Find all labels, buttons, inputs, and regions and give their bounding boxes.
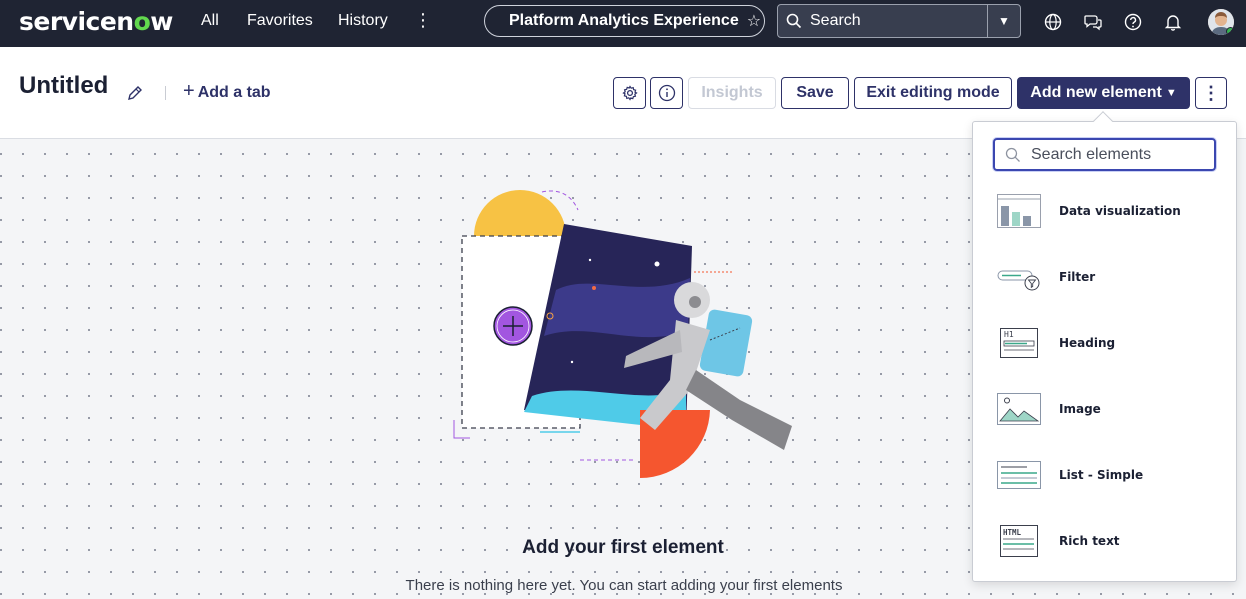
element-item-label: List - Simple — [1059, 468, 1144, 482]
list-icon — [997, 461, 1041, 489]
caret-down-icon: ▼ — [1165, 87, 1177, 99]
add-tab-button[interactable]: + Add a tab — [183, 80, 271, 103]
element-item-filter[interactable]: Filter — [973, 247, 1236, 307]
element-item-list-simple[interactable]: List - Simple — [973, 445, 1236, 505]
edit-title-pencil-icon[interactable] — [126, 84, 144, 102]
element-item-label: Data visualization — [1059, 204, 1181, 218]
app-title-pill[interactable]: Platform Analytics Experience ☆ — [484, 5, 765, 37]
top-navigation-bar: servicenow All Favorites History ⋮ Platf… — [0, 0, 1246, 47]
element-item-heading[interactable]: H1 Heading — [973, 313, 1236, 373]
add-new-element-label: Add new element — [1030, 84, 1162, 101]
element-item-data-visualization[interactable]: Data visualization — [973, 181, 1236, 241]
nav-more-icon[interactable]: ⋮ — [414, 10, 432, 31]
plus-icon: + — [183, 80, 195, 102]
search-icon — [995, 147, 1031, 163]
logo-text-o: o — [133, 7, 151, 36]
element-search-box[interactable] — [993, 138, 1216, 171]
element-item-rich-text[interactable]: HTML Rich text — [973, 511, 1236, 571]
save-button[interactable]: Save — [781, 77, 849, 109]
more-options-kebab-icon[interactable]: ⋮ — [1195, 77, 1227, 109]
search-icon — [778, 13, 810, 29]
user-avatar[interactable] — [1208, 9, 1234, 35]
logo-text-end: w — [150, 7, 173, 36]
rich-text-thumb-text: HTML — [1003, 528, 1022, 537]
rich-text-icon: HTML — [1000, 525, 1038, 557]
gear-icon — [621, 85, 638, 101]
global-search-label: Search — [810, 12, 861, 29]
info-icon — [658, 84, 675, 102]
search-scope-dropdown-icon[interactable]: ▼ — [987, 5, 1020, 37]
empty-state-astronaut-illustration — [453, 190, 792, 478]
chat-icon[interactable] — [1083, 12, 1103, 32]
global-search[interactable]: Search ▼ — [777, 4, 1021, 38]
add-new-element-button[interactable]: Add new element ▼ — [1017, 77, 1190, 109]
element-item-label: Heading — [1059, 336, 1116, 350]
data-visualization-icon — [997, 194, 1041, 228]
globe-icon[interactable] — [1043, 12, 1063, 32]
settings-button[interactable] — [613, 77, 646, 109]
insights-button[interactable]: Insights — [688, 77, 776, 109]
servicenow-logo[interactable]: servicenow — [19, 7, 173, 36]
heading-thumb-text: H1 — [1004, 330, 1014, 339]
nav-favorites[interactable]: Favorites — [247, 12, 313, 30]
image-icon — [997, 393, 1041, 425]
info-button[interactable] — [650, 77, 683, 109]
page-title: Untitled — [19, 72, 109, 99]
help-icon[interactable] — [1123, 12, 1143, 32]
divider — [165, 86, 166, 100]
presence-status-icon — [1226, 27, 1234, 35]
app-title: Platform Analytics Experience — [509, 12, 739, 29]
element-item-label: Filter — [1059, 270, 1096, 284]
heading-icon: H1 — [1000, 328, 1038, 358]
nav-all[interactable]: All — [201, 12, 219, 30]
nav-history[interactable]: History — [338, 12, 388, 30]
notifications-bell-icon[interactable] — [1163, 12, 1183, 32]
filter-icon — [997, 270, 1040, 291]
element-item-label: Image — [1059, 402, 1101, 416]
logo-text-start: servicen — [19, 7, 134, 36]
favorite-star-icon[interactable]: ☆ — [747, 11, 761, 31]
element-item-label: Rich text — [1059, 534, 1120, 548]
element-search-input[interactable] — [1031, 145, 1201, 164]
element-item-image[interactable]: Image — [973, 379, 1236, 439]
exit-editing-mode-button[interactable]: Exit editing mode — [854, 77, 1012, 109]
add-element-dropdown-panel: Data visualization Filter H1 Heading Ima… — [972, 121, 1237, 582]
add-tab-label: Add a tab — [197, 83, 271, 101]
